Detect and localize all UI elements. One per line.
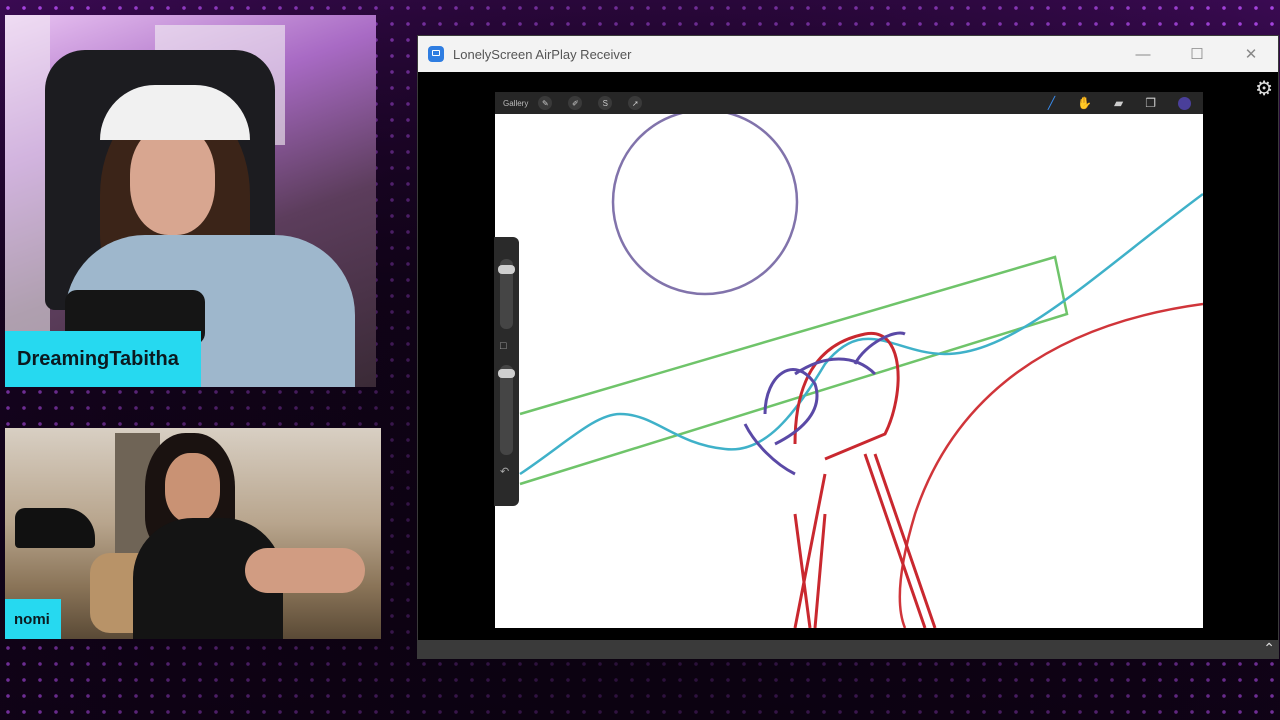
- gallery-button[interactable]: Gallery: [503, 99, 528, 108]
- close-button[interactable]: ✕: [1224, 45, 1278, 63]
- settings-gear-icon[interactable]: ⚙: [1255, 76, 1273, 101]
- brush-size-thumb[interactable]: [498, 265, 515, 274]
- grand-piano: [15, 508, 95, 548]
- undo-icon[interactable]: ↶: [500, 465, 509, 478]
- modify-square-icon[interactable]: □: [500, 340, 507, 352]
- mirrored-ipad-screen: Gallery ✎ ✐ S ➚ ╱ ✋ ▰ ❐: [495, 92, 1203, 628]
- name-tag-dreamingtabitha: DreamingTabitha: [5, 331, 201, 387]
- window-title: LonelyScreen AirPlay Receiver: [453, 46, 632, 62]
- layers-icon[interactable]: ❐: [1145, 96, 1156, 110]
- airplay-app-icon: [428, 46, 444, 62]
- window-bottom-bar: ⌃: [417, 640, 1279, 659]
- airplay-receiver-window[interactable]: LonelyScreen AirPlay Receiver — ☐ ✕ ⚙ Ga…: [417, 35, 1279, 659]
- chevron-up-icon[interactable]: ⌃: [1263, 640, 1275, 657]
- procreate-toolbar: Gallery ✎ ✐ S ➚ ╱ ✋ ▰ ❐: [495, 92, 1203, 114]
- webcam-panel-nomi: [5, 428, 381, 639]
- adjustments-wand-icon[interactable]: ✐: [568, 96, 583, 110]
- transform-arrow-icon[interactable]: ➚: [628, 96, 643, 110]
- opacity-thumb[interactable]: [498, 369, 515, 378]
- guest-hands: [245, 548, 365, 593]
- color-picker-swatch[interactable]: [1178, 96, 1191, 110]
- smudge-icon[interactable]: ✋: [1077, 96, 1092, 110]
- window-titlebar[interactable]: LonelyScreen AirPlay Receiver — ☐ ✕: [418, 36, 1278, 72]
- selection-icon[interactable]: S: [598, 96, 613, 110]
- drawing-canvas[interactable]: [495, 114, 1203, 628]
- procreate-side-bar: □ ↶: [494, 237, 519, 506]
- guest-face: [165, 453, 220, 523]
- eraser-icon[interactable]: ▰: [1114, 96, 1123, 110]
- streamer-face: [130, 125, 215, 235]
- opacity-slider[interactable]: [500, 365, 513, 455]
- name-tag-nomi: nomi: [5, 599, 61, 639]
- actions-wrench-icon[interactable]: ✎: [538, 96, 553, 110]
- maximize-button[interactable]: ☐: [1170, 45, 1224, 63]
- minimize-button[interactable]: —: [1116, 46, 1170, 63]
- sketch-purple-circle: [611, 114, 799, 296]
- brush-icon[interactable]: ╱: [1048, 96, 1055, 110]
